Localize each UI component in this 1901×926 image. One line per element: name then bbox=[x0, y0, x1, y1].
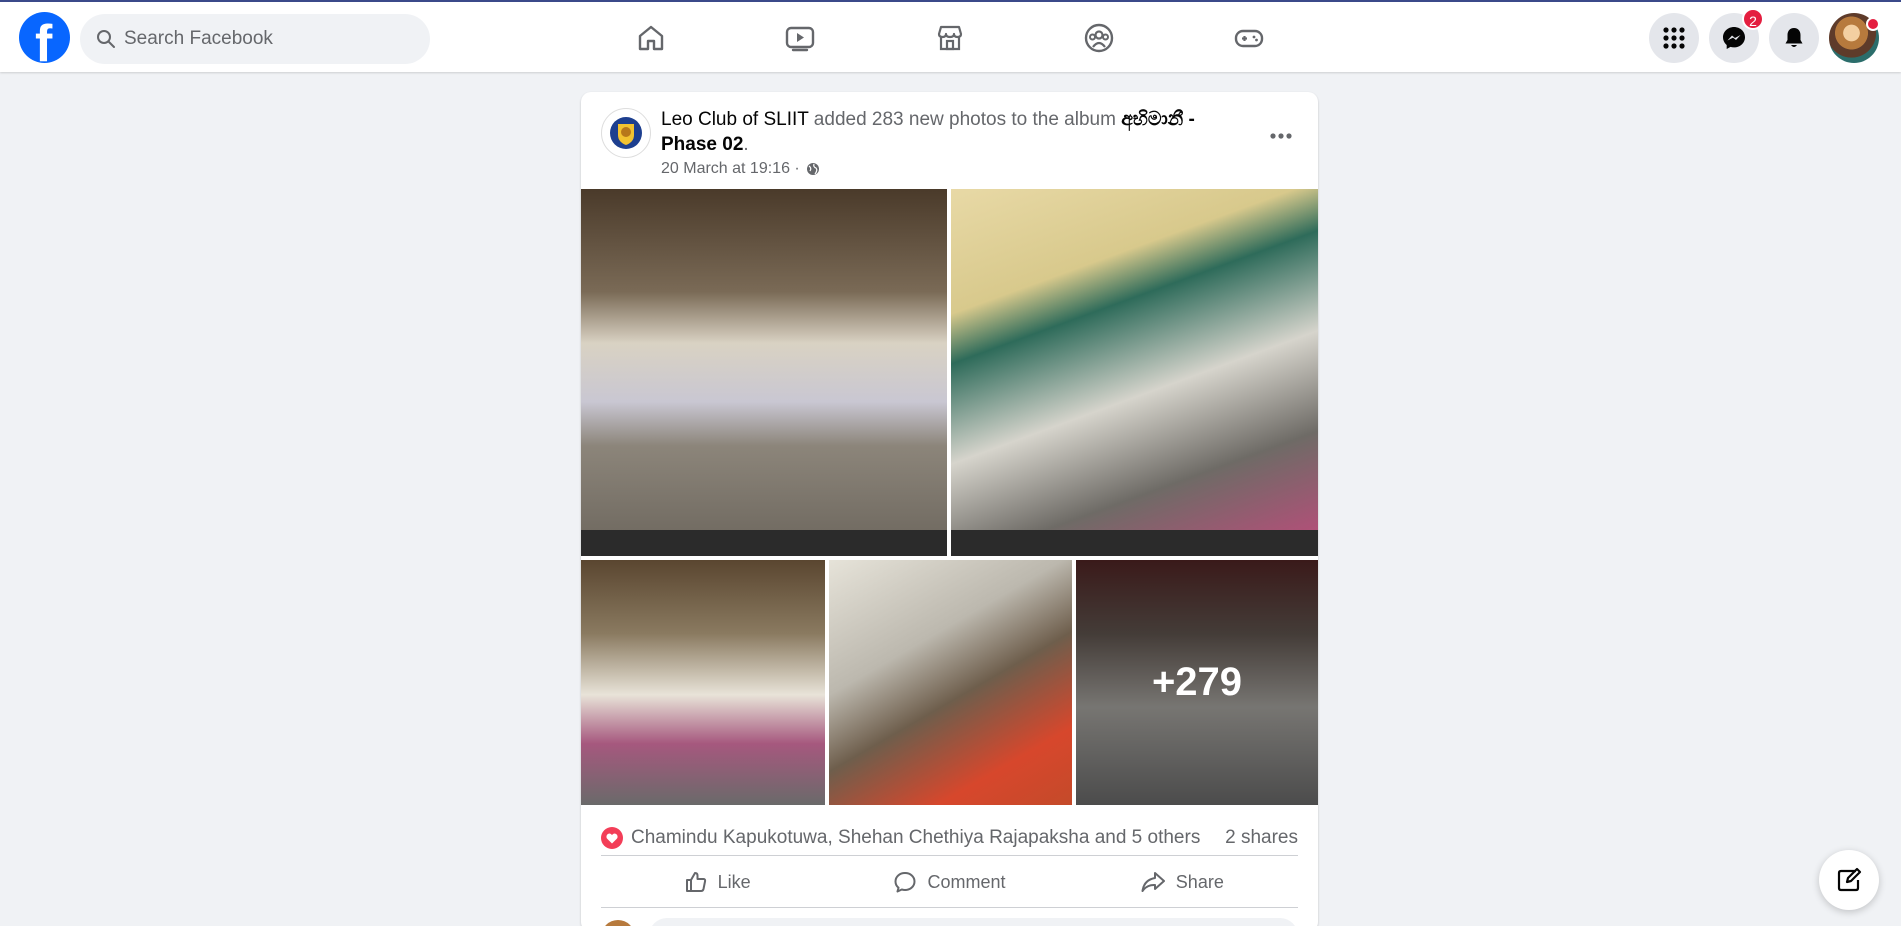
shares-count[interactable]: 2 shares bbox=[1225, 827, 1298, 849]
photo-watermark-strip bbox=[581, 530, 947, 556]
more-photos-count: +279 bbox=[1151, 660, 1243, 704]
post-time-text: 20 March at 19:16 · bbox=[661, 160, 800, 177]
marketplace-icon[interactable] bbox=[930, 18, 970, 58]
post-trailing: . bbox=[743, 134, 749, 155]
like-button[interactable]: Like bbox=[601, 857, 833, 907]
comment-icon bbox=[894, 872, 916, 893]
search-icon bbox=[97, 30, 115, 48]
share-button[interactable]: Share bbox=[1066, 857, 1298, 907]
photo-watermark-strip bbox=[951, 530, 1318, 556]
search-input[interactable] bbox=[124, 14, 414, 64]
album-photo-2[interactable] bbox=[951, 189, 1318, 556]
post-action-text: added 283 new photos to the album bbox=[808, 109, 1122, 130]
leo-club-logo-icon bbox=[610, 117, 642, 149]
share-icon bbox=[1141, 872, 1165, 892]
messenger-badge: 2 bbox=[1742, 8, 1764, 30]
commenter-avatar bbox=[601, 920, 635, 926]
more-horizontal-icon bbox=[1270, 133, 1292, 139]
top-navigation-bar: f 2 bbox=[0, 0, 1901, 72]
search-box[interactable] bbox=[80, 14, 430, 64]
post-author-link[interactable]: Leo Club of SLIIT bbox=[661, 109, 809, 130]
post-timestamp[interactable]: 20 March at 19:16 · bbox=[661, 160, 820, 178]
album-photo-5-more[interactable]: +279 bbox=[1076, 560, 1318, 805]
facebook-logo-letter: f bbox=[35, 15, 53, 63]
album-photo-1[interactable] bbox=[581, 189, 947, 556]
thumbs-up-icon bbox=[685, 872, 706, 892]
post-actions: Like Comment Share bbox=[601, 857, 1298, 907]
share-label: Share bbox=[1175, 871, 1224, 892]
comment-input[interactable] bbox=[649, 918, 1298, 926]
new-message-button[interactable] bbox=[1819, 850, 1879, 910]
feed-post: Leo Club of SLIIT added 283 new photos t… bbox=[581, 92, 1318, 926]
comment-label: Comment bbox=[927, 871, 1006, 892]
love-reaction-icon[interactable] bbox=[601, 827, 623, 849]
comment-button[interactable]: Comment bbox=[833, 857, 1065, 907]
page-avatar[interactable] bbox=[601, 108, 651, 158]
album-photo-4[interactable] bbox=[829, 560, 1072, 805]
notifications-button[interactable] bbox=[1769, 13, 1819, 63]
home-icon[interactable] bbox=[631, 18, 671, 58]
bell-icon bbox=[1785, 28, 1803, 47]
menu-grid-button[interactable] bbox=[1649, 13, 1699, 63]
gaming-icon[interactable] bbox=[1229, 18, 1269, 58]
album-photo-3[interactable] bbox=[581, 560, 825, 805]
reactions-bar: Chamindu Kapukotuwa, Shehan Chethiya Raj… bbox=[601, 818, 1298, 858]
globe-icon bbox=[806, 163, 819, 175]
compose-icon bbox=[1837, 867, 1862, 892]
video-icon[interactable] bbox=[780, 18, 820, 58]
grid-icon bbox=[1663, 27, 1685, 49]
post-header-text: Leo Club of SLIIT added 283 new photos t… bbox=[661, 107, 1231, 157]
like-label: Like bbox=[717, 871, 751, 892]
divider bbox=[601, 907, 1298, 908]
messenger-icon bbox=[1723, 27, 1745, 49]
post-options-button[interactable] bbox=[1261, 116, 1301, 156]
facebook-logo[interactable]: f bbox=[19, 12, 70, 63]
divider bbox=[601, 855, 1298, 856]
reactions-summary[interactable]: Chamindu Kapukotuwa, Shehan Chethiya Raj… bbox=[631, 827, 1200, 849]
profile-notification-dot bbox=[1866, 17, 1880, 31]
groups-icon[interactable] bbox=[1079, 18, 1119, 58]
